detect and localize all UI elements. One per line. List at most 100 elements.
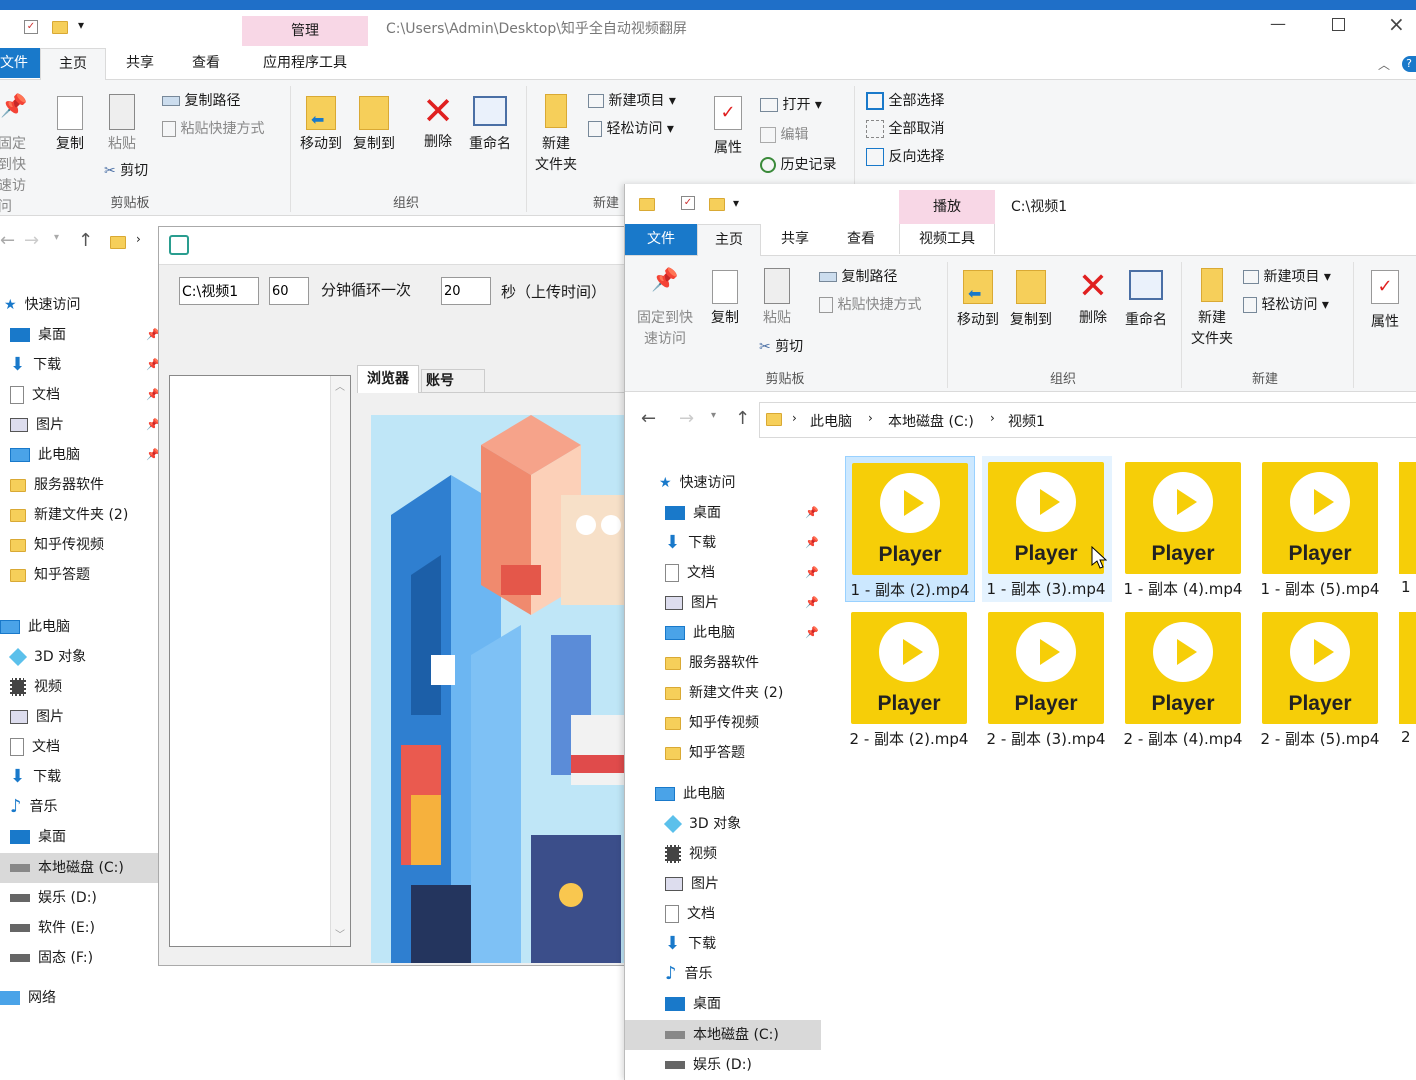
- qat-checkbox-icon[interactable]: ✓: [681, 196, 695, 210]
- close-icon[interactable]: ×: [1388, 12, 1405, 36]
- move-to-button[interactable]: ⬅ 移动到: [953, 270, 1003, 331]
- nav-item[interactable]: 3D 对象: [663, 809, 741, 839]
- tab-account[interactable]: 账号: [421, 369, 485, 393]
- nav-item[interactable]: 软件 (E:): [10, 913, 95, 943]
- tab-view[interactable]: 查看: [176, 48, 236, 78]
- forward-arrow-icon[interactable]: →: [679, 408, 694, 429]
- copy-path-button[interactable]: 复制路径: [162, 90, 240, 110]
- account-listbox[interactable]: ︿ ﹀: [169, 375, 351, 947]
- path-input[interactable]: [179, 277, 259, 305]
- nav-item[interactable]: ⬇ 下载: [10, 762, 61, 792]
- nav-item[interactable]: 知乎传视频: [10, 530, 104, 560]
- nav-item[interactable]: ⬇ 下载: [665, 929, 716, 959]
- new-item-button[interactable]: 新建项目 ▾: [588, 90, 676, 110]
- rename-button[interactable]: 重命名: [462, 96, 518, 155]
- scroll-up-icon[interactable]: ︿: [335, 378, 345, 393]
- new-folder-button[interactable]: 新建 文件夹: [1185, 268, 1239, 350]
- nav-item[interactable]: 娱乐 (D:): [665, 1050, 752, 1080]
- qat-dropdown-icon[interactable]: ▾: [78, 18, 84, 32]
- copy-path-button[interactable]: 复制路径: [819, 266, 897, 286]
- nav-item[interactable]: ♪ 音乐: [665, 959, 713, 989]
- file-tile[interactable]: Player 2 - 副本 (3).mp4: [982, 606, 1112, 752]
- nav-item[interactable]: ♪ 音乐: [10, 792, 58, 822]
- nav-item-selected[interactable]: 本地磁盘 (C:): [0, 853, 160, 883]
- maximize-icon[interactable]: [1332, 18, 1345, 31]
- breadcrumb-this-pc[interactable]: 此电脑: [810, 411, 852, 431]
- cut-button[interactable]: ✂ 剪切: [104, 160, 148, 180]
- forward-arrow-icon[interactable]: →: [24, 230, 39, 251]
- file-tile-partial[interactable]: 2: [1393, 606, 1416, 752]
- tab-app-tools[interactable]: 应用程序工具: [244, 48, 366, 78]
- nav-quick-access[interactable]: ★ 快速访问: [659, 468, 736, 498]
- file-tile[interactable]: Player 2 - 副本 (2).mp4: [845, 606, 975, 752]
- open-button[interactable]: 打开 ▾: [760, 94, 822, 114]
- qat-checkbox-icon[interactable]: ✓: [24, 20, 38, 34]
- nav-item[interactable]: 图片: [10, 702, 64, 732]
- properties-button[interactable]: ✓ 属性: [706, 96, 750, 159]
- tab-file[interactable]: 文件: [0, 48, 40, 78]
- easy-access-button[interactable]: 轻松访问 ▾: [1243, 294, 1329, 314]
- nav-item[interactable]: 知乎传视频: [665, 708, 759, 738]
- tab-file[interactable]: 文件: [625, 224, 697, 255]
- qat-dropdown-icon[interactable]: ▾: [733, 196, 739, 210]
- file-tile-selected[interactable]: Player 1 - 副本 (2).mp4: [845, 456, 975, 602]
- copy-button[interactable]: 复制: [50, 96, 90, 155]
- select-none-button[interactable]: 全部取消: [866, 118, 944, 138]
- seconds-input[interactable]: [441, 277, 491, 305]
- paste-button[interactable]: 粘贴: [100, 94, 144, 155]
- file-tile[interactable]: Player 2 - 副本 (5).mp4: [1256, 606, 1386, 752]
- back-arrow-icon[interactable]: ←: [641, 408, 656, 429]
- nav-item-selected[interactable]: 本地磁盘 (C:): [625, 1020, 821, 1050]
- nav-item[interactable]: 固态 (F:): [10, 943, 93, 973]
- nav-item[interactable]: 文档 📌: [10, 380, 160, 410]
- history-button[interactable]: 历史记录: [760, 154, 836, 174]
- cut-button[interactable]: ✂ 剪切: [759, 336, 803, 356]
- nav-this-pc[interactable]: 此电脑: [0, 612, 70, 642]
- nav-item[interactable]: 桌面: [665, 989, 721, 1019]
- tab-view[interactable]: 查看: [831, 224, 891, 254]
- tab-home[interactable]: 主页: [40, 48, 106, 80]
- tab-share[interactable]: 共享: [765, 224, 825, 254]
- nav-item[interactable]: 图片 📌: [10, 410, 160, 440]
- paste-shortcut-button[interactable]: 粘贴快捷方式: [162, 118, 264, 138]
- file-tile[interactable]: Player 1 - 副本 (4).mp4: [1119, 456, 1249, 602]
- context-tab-manage[interactable]: 管理: [242, 16, 368, 46]
- easy-access-button[interactable]: 轻松访问 ▾: [588, 118, 674, 138]
- tab-browser[interactable]: 浏览器: [357, 365, 419, 393]
- nav-item[interactable]: 文档 📌: [665, 558, 819, 588]
- nav-item[interactable]: 图片: [665, 869, 719, 899]
- breadcrumb-folder[interactable]: 视频1: [1008, 411, 1045, 431]
- rename-button[interactable]: 重命名: [1119, 270, 1173, 331]
- nav-item[interactable]: 视频: [665, 839, 717, 869]
- nav-item[interactable]: 3D 对象: [8, 642, 86, 672]
- nav-quick-access[interactable]: ★ 快速访问: [4, 290, 81, 320]
- nav-item[interactable]: 视频: [10, 672, 62, 702]
- nav-item[interactable]: 文档: [10, 732, 60, 762]
- nav-item[interactable]: 桌面 📌: [10, 320, 160, 350]
- nav-item[interactable]: 图片 📌: [665, 588, 819, 618]
- delete-button[interactable]: ✕ 删除: [1071, 266, 1115, 329]
- nav-item[interactable]: 知乎答题: [665, 738, 745, 768]
- copy-button[interactable]: 复制: [705, 270, 745, 329]
- nav-item[interactable]: 文档: [665, 899, 715, 929]
- paste-shortcut-button[interactable]: 粘贴快捷方式: [819, 294, 921, 314]
- edit-button[interactable]: 编辑: [760, 124, 808, 144]
- nav-this-pc[interactable]: 此电脑: [655, 779, 725, 809]
- file-tile-partial[interactable]: 1: [1393, 456, 1416, 602]
- new-folder-button[interactable]: 新建 文件夹: [530, 94, 582, 176]
- context-tab-play[interactable]: 播放: [899, 190, 995, 224]
- scroll-down-icon[interactable]: ﹀: [335, 926, 345, 941]
- file-tile[interactable]: Player 2 - 副本 (4).mp4: [1119, 606, 1249, 752]
- copy-to-button[interactable]: 复制到: [348, 96, 400, 155]
- nav-item[interactable]: ⬇ 下载 📌: [665, 528, 819, 558]
- copy-to-button[interactable]: 复制到: [1005, 270, 1057, 331]
- qat-folder-icon[interactable]: [709, 198, 725, 211]
- tab-share[interactable]: 共享: [110, 48, 170, 78]
- new-item-button[interactable]: 新建项目 ▾: [1243, 266, 1331, 286]
- breadcrumb-local-disk[interactable]: 本地磁盘 (C:): [888, 411, 974, 431]
- up-arrow-icon[interactable]: ↑: [735, 408, 750, 429]
- select-all-button[interactable]: 全部选择: [866, 90, 944, 110]
- nav-item[interactable]: 桌面: [10, 822, 66, 852]
- pin-quick-access-button[interactable]: 📌 固定到快 速访问: [633, 270, 697, 350]
- nav-item[interactable]: 服务器软件: [665, 648, 759, 678]
